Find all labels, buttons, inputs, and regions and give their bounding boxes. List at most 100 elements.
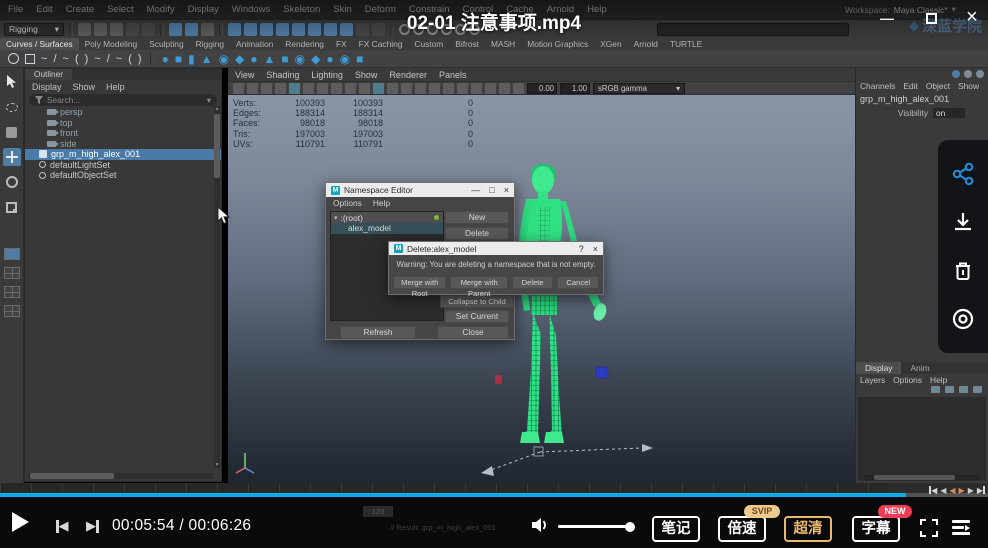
quality-button[interactable]: 超清 [784,516,832,542]
multisampling-icon[interactable] [471,83,482,94]
camera-attributes-icon[interactable] [261,83,272,94]
volume-slider[interactable] [558,525,634,528]
panel-menu-shading[interactable]: Shading [266,70,299,80]
close-icon[interactable]: × [504,185,509,195]
shelf-tab-turtle[interactable]: TURTLE [664,38,708,50]
layer-list[interactable] [858,397,986,481]
ns-delete-button[interactable]: Delete [445,227,509,240]
ns-menu-options[interactable]: Options [333,198,362,208]
help-icon[interactable]: ? [579,244,584,254]
scroll-up-icon[interactable]: ▲ [214,106,220,112]
layout-persp-outliner-icon[interactable] [4,286,20,298]
bookmark-icon[interactable] [275,83,286,94]
namespace-child-row[interactable]: alex_model [331,223,443,234]
insert-knot-icon[interactable]: ~ [116,53,122,65]
merge-with-root-button[interactable]: Merge with Root [393,276,446,289]
outliner-row-default-light-set[interactable]: defaultLightSet [25,160,221,171]
delete-dialog-titlebar[interactable]: M Delete:alex_model ? × [389,242,603,255]
visibility-channel-row[interactable]: Visibility on [856,108,988,118]
extend-curve-icon[interactable]: ( [128,53,132,65]
channel-box-tab-icon[interactable] [952,70,960,78]
poly-plane-icon[interactable]: ◆ [235,52,244,66]
blue-locator-cube[interactable] [596,367,608,378]
layout-persp-graph-icon[interactable] [4,305,20,317]
poly-pyramid-icon[interactable]: ▲ [264,52,276,66]
shelf-tab-rigging[interactable]: Rigging [190,38,230,50]
outliner-menu-show[interactable]: Show [73,82,96,92]
outliner-row-default-object-set[interactable]: defaultObjectSet [25,170,221,181]
scrollbar-thumb[interactable] [874,475,955,480]
scrollbar-thumb[interactable] [214,114,220,178]
outliner-menu-display[interactable]: Display [32,82,62,92]
field-chart-icon[interactable] [345,83,356,94]
panel-menu-lighting[interactable]: Lighting [311,70,343,80]
arc-tool-icon[interactable]: ( [75,53,79,65]
outliner-vertical-scrollbar[interactable]: ▲ ▼ [214,106,220,468]
attribute-editor-tab-icon[interactable] [976,70,984,78]
outliner-tab[interactable]: Outliner [25,69,72,80]
shelf-tab-custom[interactable]: Custom [408,38,449,50]
new-layer-selected-icon[interactable] [945,386,954,393]
attach-curves-icon[interactable]: ~ [94,53,100,65]
lp-menu-options[interactable]: Options [893,375,922,385]
shelf-tab-animation[interactable]: Animation [230,38,279,50]
panel-menu-show[interactable]: Show [355,70,378,80]
detach-curves-icon[interactable]: / [107,53,110,65]
merge-with-parent-button[interactable]: Merge with Parent [450,276,507,289]
new-empty-layer-icon[interactable] [931,386,940,393]
shadows-icon[interactable] [429,83,440,94]
outliner-row-side[interactable]: side [25,139,221,150]
isolate-select-icon[interactable] [499,83,510,94]
red-locator-cube[interactable] [495,375,502,384]
rotate-tool-icon[interactable] [3,173,21,191]
pencil-curve-icon[interactable]: / [53,53,56,65]
shelf-tab-rendering[interactable]: Rendering [279,38,330,50]
shelf-tab-curves-surfaces[interactable]: Curves / Surfaces [0,38,79,50]
layout-four-pane-icon[interactable] [4,267,20,279]
fullscreen-icon[interactable] [920,519,938,537]
scrollbar-thumb[interactable] [30,473,114,479]
shelf-tab-motion-graphics[interactable]: Motion Graphics [521,38,594,50]
poly-soccer-icon[interactable]: ◉ [340,52,350,66]
shaded-mode-icon[interactable] [373,83,384,94]
poly-superellipse-icon[interactable]: ■ [356,52,363,66]
grid-toggle-icon[interactable] [289,83,300,94]
safe-action-icon[interactable] [359,83,370,94]
lp-menu-help[interactable]: Help [930,375,947,385]
paint-select-tool-icon[interactable] [3,123,21,141]
nurbs-circle-icon[interactable] [8,53,19,64]
shelf-tab-poly-modeling[interactable]: Poly Modeling [79,38,144,50]
volume-knob[interactable] [625,522,635,532]
outliner-row-persp[interactable]: persp [25,107,221,118]
poly-cube-icon[interactable]: ■ [175,52,182,66]
xray-icon[interactable] [513,83,524,94]
poly-disc-icon[interactable]: ● [250,52,257,66]
shelf-tab-arnold[interactable]: Arnold [628,38,664,50]
shelf-tab-sculpting[interactable]: Sculpting [143,38,189,50]
record-icon[interactable] [951,307,975,331]
poly-cylinder-icon[interactable]: ▮ [188,52,195,66]
outliner-horizontal-scrollbar[interactable] [28,473,214,479]
screen-space-ao-icon[interactable] [443,83,454,94]
view-transform-dropdown[interactable]: sRGB gamma ▾ [593,83,685,94]
volume-icon[interactable] [530,516,550,534]
resolution-gate-icon[interactable] [317,83,328,94]
poly-prism-icon[interactable]: ■ [281,52,288,66]
gate-mask-icon[interactable] [331,83,342,94]
visibility-value-field[interactable]: on [933,108,965,118]
playback-speed-button[interactable]: 倍速 [718,516,766,542]
tab-anim[interactable]: Anim [901,362,938,374]
textured-mode-icon[interactable] [401,83,412,94]
shelf-tab-xgen[interactable]: XGen [594,38,627,50]
shelf-tab-mash[interactable]: MASH [485,38,521,50]
select-camera-icon[interactable] [233,83,244,94]
shelf-tab-fx-caching[interactable]: FX Caching [353,38,409,50]
ns-new-button[interactable]: New [445,211,509,224]
film-gate-icon[interactable] [303,83,314,94]
wireframe-on-shaded-icon[interactable] [387,83,398,94]
lp-menu-layers[interactable]: Layers [860,375,885,385]
next-video-button[interactable]: ▶ [86,518,99,534]
cancel-button[interactable]: Cancel [557,276,599,289]
lasso-tool-icon[interactable] [3,98,21,116]
lock-camera-icon[interactable] [247,83,258,94]
